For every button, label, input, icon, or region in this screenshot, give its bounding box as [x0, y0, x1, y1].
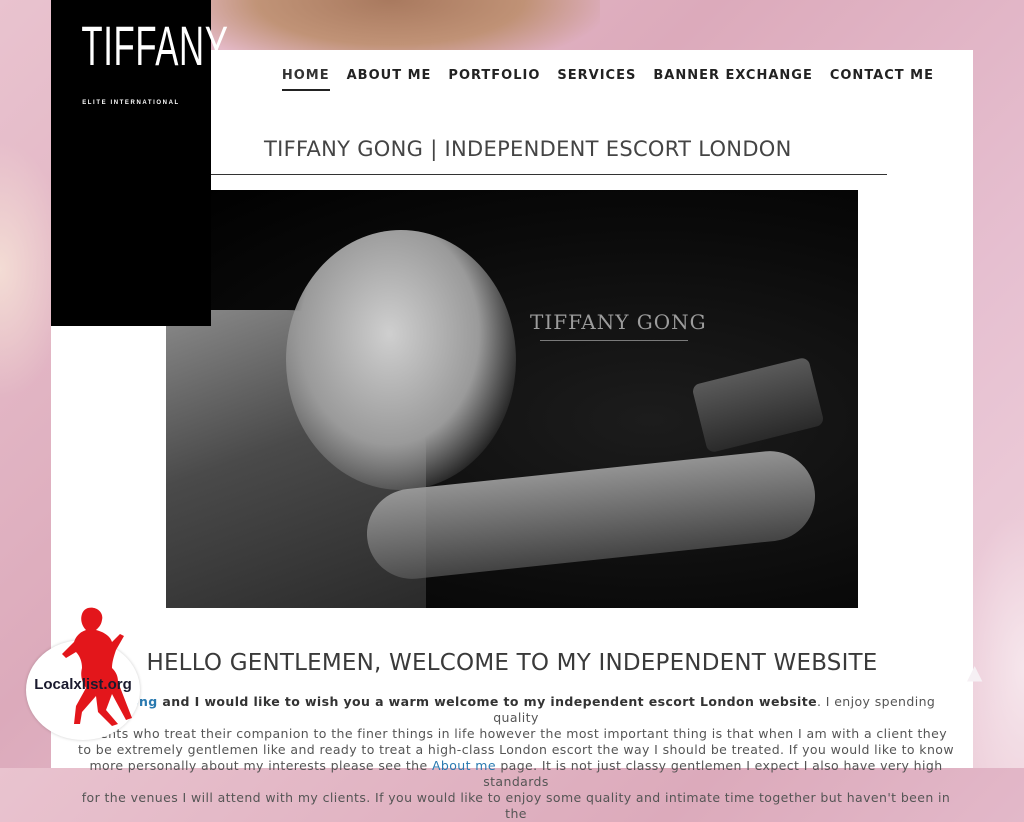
hero-watermark: TIFFANY GONG [530, 310, 707, 334]
nav-item-services[interactable]: SERVICES [557, 68, 636, 91]
hero-image: TIFFANY GONG [166, 190, 858, 608]
site-logo[interactable]: TIFFANY ELITE INTERNATIONAL [51, 0, 229, 326]
intro-text-5: page. It is not just classy gentlemen I … [483, 758, 943, 789]
page-title: TIFFANY GONG | INDEPENDENT ESCORT LONDON [264, 137, 792, 161]
intro-text-2: clients who treat their companion to the… [84, 726, 948, 741]
welcome-heading: HELLO GENTLEMEN, WELCOME TO MY INDEPENDE… [146, 650, 878, 676]
woman-silhouette-icon [62, 607, 132, 726]
intro-text-4: more personally about my interests pleas… [89, 758, 432, 773]
about-me-link[interactable]: About me [432, 758, 496, 773]
nav-item-portfolio[interactable]: PORTFOLIO [448, 68, 540, 91]
intro-text-3: to be extremely gentlemen like and ready… [78, 742, 954, 757]
intro-text-6: for the venues I will attend with my cli… [81, 790, 951, 821]
nav-item-about[interactable]: ABOUT ME [347, 68, 432, 91]
hero-figure-shape [286, 230, 516, 490]
hero-dashboard-shape [691, 356, 825, 454]
badge-label: Localxlist.org [34, 676, 132, 693]
localxlist-badge[interactable]: Localxlist.org [26, 606, 142, 740]
title-divider [211, 174, 887, 175]
main-nav: HOME ABOUT ME PORTFOLIO SERVICES BANNER … [281, 68, 934, 91]
nav-item-banner-exchange[interactable]: BANNER EXCHANGE [653, 68, 813, 91]
background-blur [964, 520, 1024, 768]
nav-item-home[interactable]: HOME [281, 68, 330, 91]
intro-bold-text: and I would like to wish you a warm welc… [157, 694, 817, 709]
logo-title: TIFFANY [81, 14, 229, 77]
hero-watermark-underline [540, 340, 688, 341]
logo-subtitle: ELITE INTERNATIONAL [82, 100, 180, 106]
intro-paragraph: ny Gong and I would like to wish you a w… [74, 694, 958, 822]
nav-item-contact[interactable]: CONTACT ME [830, 68, 934, 91]
